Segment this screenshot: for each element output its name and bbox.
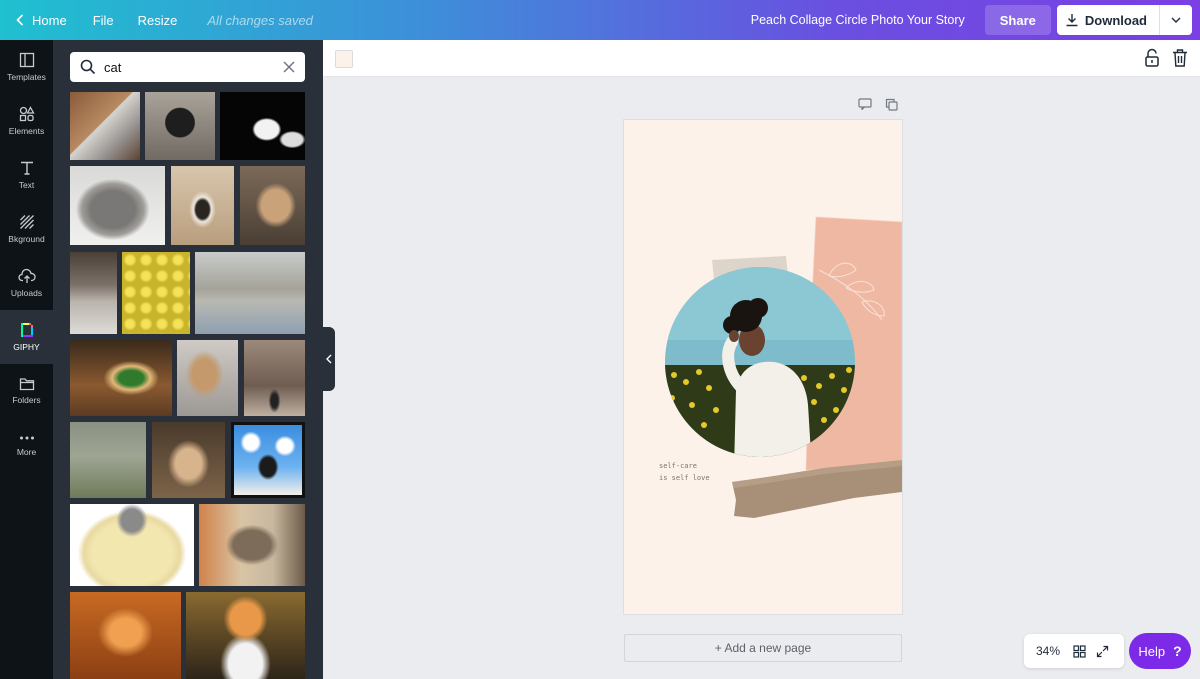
download-label: Download xyxy=(1084,12,1147,28)
top-bar: Home File Resize All changes saved Peach… xyxy=(0,0,1200,40)
gif-result[interactable] xyxy=(199,504,305,586)
more-icon xyxy=(19,436,34,440)
rail-label: Elements xyxy=(8,126,45,136)
rail-label: GIPHY xyxy=(13,342,40,352)
close-icon[interactable] xyxy=(283,61,295,73)
cloud-upload-icon xyxy=(17,268,36,283)
gif-result[interactable] xyxy=(186,592,305,679)
zoom-level[interactable]: 34% xyxy=(1024,644,1068,658)
trash-icon[interactable] xyxy=(1171,48,1189,68)
unlock-icon[interactable] xyxy=(1143,48,1161,68)
file-menu[interactable]: File xyxy=(81,0,126,40)
rail-item-background[interactable]: Bkground xyxy=(0,202,53,256)
left-rail: Templates Elements Text Bkground Uploads… xyxy=(0,40,53,679)
collapse-panel-button[interactable] xyxy=(323,327,335,391)
download-options-button[interactable] xyxy=(1160,5,1192,35)
rail-item-elements[interactable]: Elements xyxy=(0,94,53,148)
gif-result[interactable] xyxy=(220,92,305,160)
context-toolbar xyxy=(323,40,1200,77)
background-icon xyxy=(19,215,34,229)
text-icon xyxy=(20,161,33,175)
templates-icon xyxy=(19,52,34,68)
gif-result[interactable] xyxy=(244,340,305,416)
share-button[interactable]: Share xyxy=(984,5,1051,35)
giphy-icon xyxy=(20,323,33,337)
giphy-panel xyxy=(53,40,323,679)
design-canvas[interactable]: self-care is self love xyxy=(624,120,902,614)
rail-item-text[interactable]: Text xyxy=(0,148,53,202)
caption-line: self-care xyxy=(659,462,697,470)
save-status: All changes saved xyxy=(207,12,313,28)
rail-item-uploads[interactable]: Uploads xyxy=(0,256,53,310)
chevron-left-icon xyxy=(16,14,24,26)
rail-label: More xyxy=(16,447,37,457)
home-button[interactable]: Home xyxy=(0,0,81,40)
gif-result[interactable] xyxy=(70,422,146,498)
gif-result[interactable] xyxy=(70,92,140,160)
grid-icon xyxy=(1073,644,1086,658)
rail-item-more[interactable]: More xyxy=(0,418,53,472)
gif-result[interactable] xyxy=(122,252,190,334)
collage-artwork[interactable] xyxy=(624,120,902,614)
search-box xyxy=(70,52,305,82)
rail-item-giphy[interactable]: GIPHY xyxy=(0,310,53,364)
gif-result[interactable] xyxy=(177,340,238,416)
grid-view-button[interactable] xyxy=(1073,644,1086,658)
rail-label: Text xyxy=(18,180,35,190)
gif-result[interactable] xyxy=(171,166,234,245)
document-title[interactable]: Peach Collage Circle Photo Your Story xyxy=(739,0,985,40)
gif-result[interactable] xyxy=(145,92,215,160)
folder-icon xyxy=(19,378,34,391)
resize-button[interactable]: Resize xyxy=(126,0,190,40)
elements-icon xyxy=(19,106,35,122)
download-icon xyxy=(1066,14,1078,27)
gif-result[interactable] xyxy=(152,422,225,498)
gif-result[interactable] xyxy=(70,592,181,679)
background-color-swatch[interactable] xyxy=(335,50,353,68)
gif-result[interactable] xyxy=(195,252,305,334)
rail-label: Bkground xyxy=(8,234,45,244)
gif-result[interactable] xyxy=(70,166,165,245)
caption-line: is self love xyxy=(659,474,710,482)
rail-label: Uploads xyxy=(10,288,43,298)
add-page-button[interactable]: + Add a new page xyxy=(624,634,902,662)
zoom-controls: 34% xyxy=(1024,634,1124,668)
chevron-left-icon xyxy=(326,354,332,364)
canvas-caption[interactable]: self-care is self love xyxy=(659,460,710,484)
expand-icon xyxy=(1096,645,1109,657)
gif-result[interactable] xyxy=(231,422,305,498)
fullscreen-button[interactable] xyxy=(1096,645,1109,658)
gif-result[interactable] xyxy=(240,166,305,245)
download-button[interactable]: Download xyxy=(1057,5,1160,35)
gif-result[interactable] xyxy=(70,504,194,586)
rail-label: Folders xyxy=(12,395,41,405)
help-label: Help xyxy=(1138,643,1166,659)
rail-item-folders[interactable]: Folders xyxy=(0,364,53,418)
gif-result[interactable] xyxy=(70,340,172,416)
rail-item-templates[interactable]: Templates xyxy=(0,40,53,94)
home-label: Home xyxy=(32,12,67,28)
duplicate-page-icon[interactable] xyxy=(885,98,898,111)
question-icon: ? xyxy=(1173,643,1182,659)
search-input[interactable] xyxy=(104,59,264,75)
rail-label: Templates xyxy=(7,72,46,82)
gif-result[interactable] xyxy=(70,252,117,334)
comment-icon[interactable] xyxy=(858,98,872,110)
download-group: Download xyxy=(1056,5,1192,35)
help-button[interactable]: Help ? xyxy=(1129,633,1191,669)
chevron-down-icon xyxy=(1171,17,1181,23)
search-icon xyxy=(80,59,96,75)
